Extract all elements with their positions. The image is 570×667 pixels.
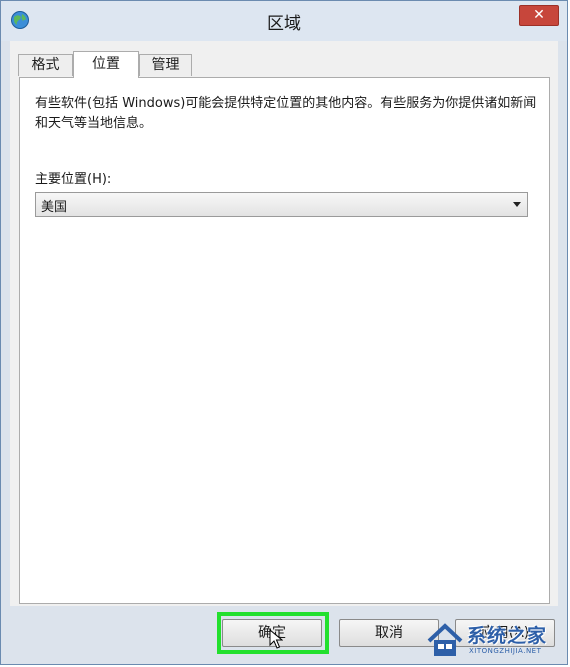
- site-watermark: 系统之家 XITONGZHIJIA.NET: [421, 613, 569, 665]
- watermark-brand: 系统之家: [467, 625, 548, 647]
- window-title: 区域: [267, 14, 301, 34]
- location-panel: 有些软件(包括 Windows)可能会提供特定位置的其他内容。有些服务为你提供诸…: [19, 77, 550, 604]
- tab-administrative[interactable]: 管理: [139, 54, 192, 76]
- dialog-body: 格式 位置 管理 有些软件(包括 Windows)可能会提供特定位置的其他内容。…: [10, 41, 558, 606]
- home-location-label: 主要位置(H):: [35, 172, 112, 187]
- home-location-select[interactable]: 美国: [35, 192, 528, 217]
- title-bar[interactable]: 区域 ✕: [1, 1, 567, 41]
- close-icon: ✕: [533, 7, 545, 23]
- home-location-value: 美国: [41, 200, 68, 215]
- tab-location[interactable]: 位置: [73, 51, 139, 78]
- region-dialog: 区域 ✕ 格式 位置 管理 有些软件(包括 Windows)可能会提供特定位置的…: [0, 0, 568, 665]
- chevron-down-icon: [513, 202, 521, 207]
- close-button[interactable]: ✕: [519, 5, 559, 26]
- tab-formats[interactable]: 格式: [18, 54, 73, 76]
- house-logo-icon: [427, 623, 463, 656]
- mouse-pointer-icon: [269, 629, 283, 649]
- watermark-url: XITONGZHIJIA.NET: [469, 647, 542, 655]
- location-description: 有些软件(包括 Windows)可能会提供特定位置的其他内容。有些服务为你提供诸…: [35, 96, 537, 131]
